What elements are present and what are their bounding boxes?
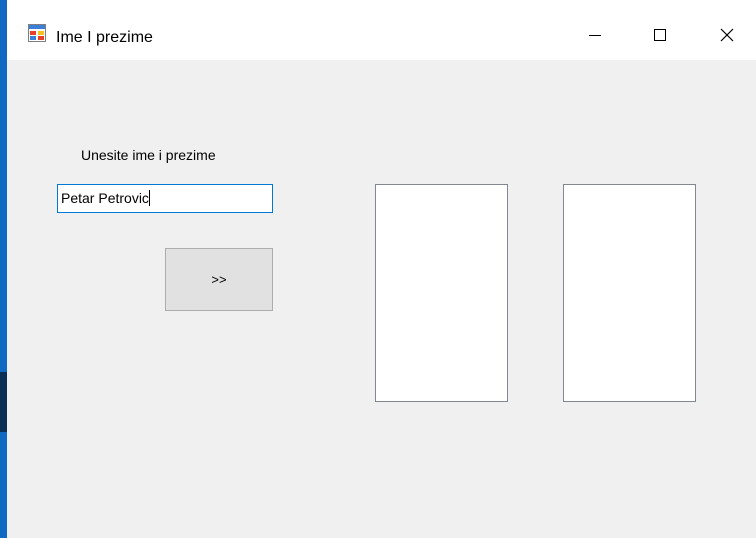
window-title: Ime I prezime: [56, 29, 153, 46]
minimize-icon: [588, 28, 602, 47]
maximize-button[interactable]: [637, 14, 683, 60]
window-left-edge-shadow: [0, 372, 7, 432]
window-left-edge: [0, 0, 7, 538]
close-button[interactable]: [704, 14, 750, 60]
name-input-value: Petar Petrovic: [61, 190, 149, 206]
window-top-strip: [7, 0, 756, 14]
main-window: Ime I prezime Unesite ime i prezime Peta…: [0, 0, 756, 538]
app-form-icon: [28, 24, 46, 42]
text-caret: [148, 190, 150, 206]
name-input[interactable]: Petar Petrovic: [57, 184, 273, 213]
close-icon: [719, 27, 735, 48]
minimize-button[interactable]: [572, 14, 618, 60]
transfer-button[interactable]: >>: [165, 248, 273, 311]
first-name-listbox[interactable]: [375, 184, 508, 402]
last-name-listbox[interactable]: [563, 184, 696, 402]
transfer-button-label: >>: [211, 272, 227, 287]
title-bar[interactable]: Ime I prezime: [7, 14, 756, 60]
prompt-label: Unesite ime i prezime: [81, 147, 216, 163]
maximize-icon: [653, 28, 667, 47]
